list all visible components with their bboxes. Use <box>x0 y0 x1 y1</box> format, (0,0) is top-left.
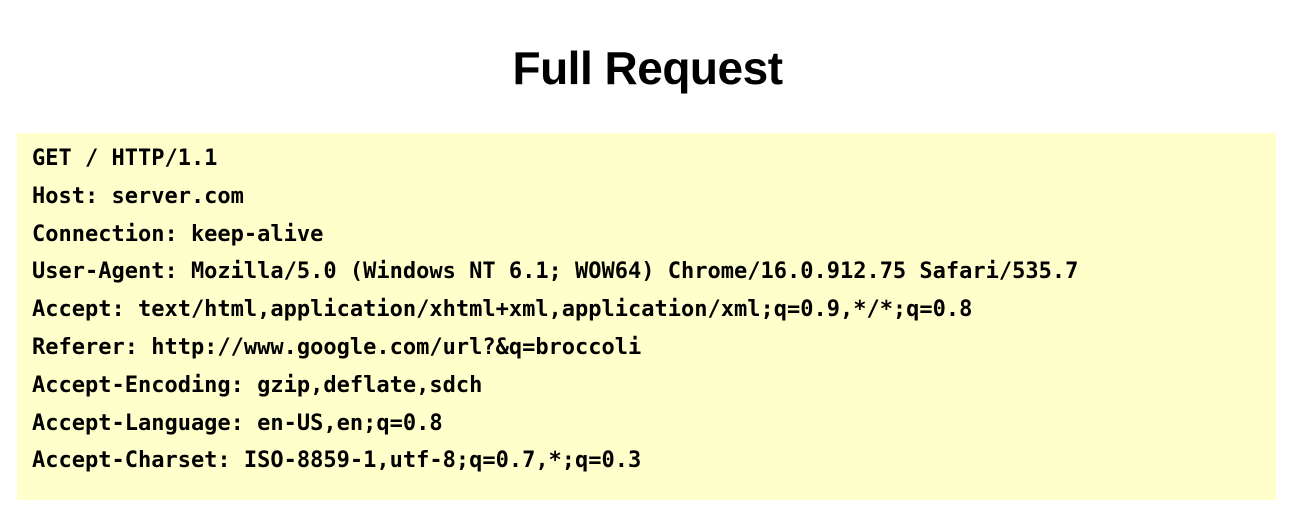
request-line: GET / HTTP/1.1 <box>32 146 218 171</box>
accept-header-line: Accept: text/html,application/xhtml+xml,… <box>32 297 973 323</box>
host-header-line: Host: server.com <box>32 183 244 209</box>
accept-charset-header-line: Accept-Charset: ISO-8859-1,utf-8;q=0.7,*… <box>32 448 642 474</box>
referer-header-line: Referer: http://www.google.com/url?&q=br… <box>32 334 642 360</box>
user-agent-header-line: User-Agent: Mozilla/5.0 (Windows NT 6.1;… <box>32 259 1079 285</box>
connection-header-line: Connection: keep-alive <box>32 221 324 247</box>
accept-language-header-line: Accept-Language: en-US,en;q=0.8 <box>32 410 443 436</box>
http-request-code-block: GET / HTTP/1.1 Host: server.com Connecti… <box>17 133 1276 500</box>
accept-encoding-header-line: Accept-Encoding: gzip,deflate,sdch <box>32 372 483 398</box>
slide-title: Full Request <box>512 42 783 94</box>
